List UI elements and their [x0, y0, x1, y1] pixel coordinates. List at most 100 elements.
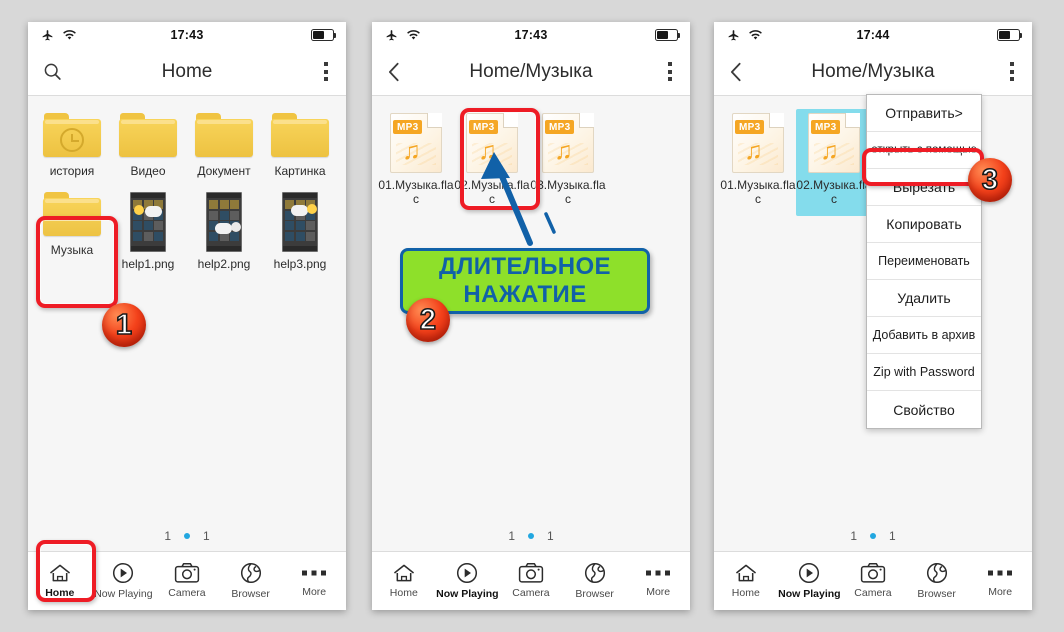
menu-item-add-to-archive[interactable]: Добавить в архив: [867, 317, 981, 354]
status-bar: 17:44: [714, 22, 1032, 48]
status-bar: 17:43: [28, 22, 346, 48]
status-bar: 17:43: [372, 22, 690, 48]
tab-label: Browser: [917, 588, 956, 600]
highlight-open-with-item: [862, 148, 984, 186]
globe-icon: [926, 562, 947, 584]
tab-camera[interactable]: Camera: [499, 562, 563, 599]
menu-item-zip-with-password[interactable]: Zip with Password: [867, 354, 981, 391]
tab-browser[interactable]: Browser: [219, 561, 283, 600]
item-label: Документ: [197, 164, 251, 178]
tab-bar: Home Now Playing Camera Browser More: [372, 551, 690, 609]
grid-item-video[interactable]: Видео: [110, 109, 186, 188]
step-badge-3: 3: [968, 158, 1012, 202]
battery-icon: [311, 29, 337, 41]
overflow-menu-button[interactable]: [308, 58, 332, 84]
globe-icon: [584, 562, 605, 584]
grid-item-kartinka[interactable]: Картинка: [262, 109, 338, 188]
back-chevron-icon: [730, 62, 741, 81]
tab-label: Home: [389, 586, 418, 599]
back-button[interactable]: [728, 61, 762, 83]
page-count-left: 1: [164, 529, 171, 543]
battery-icon: [655, 29, 681, 41]
battery-icon: [997, 29, 1023, 41]
screenshot-stage: 17:43 Home история Видео Документ Картин…: [0, 0, 1064, 632]
page-count-right: 1: [889, 529, 896, 543]
mp3-badge: MP3: [811, 120, 841, 134]
camera-icon: [860, 563, 886, 583]
tab-more[interactable]: More: [626, 563, 690, 598]
grid-item-help2[interactable]: help2.png: [186, 188, 262, 281]
tab-browser[interactable]: Browser: [905, 561, 969, 600]
back-button[interactable]: [386, 61, 420, 83]
menu-item-delete[interactable]: Удалить: [867, 280, 981, 317]
tab-camera[interactable]: Camera: [841, 562, 905, 599]
tab-label: More: [646, 586, 671, 598]
page-dot-icon[interactable]: [870, 533, 876, 539]
menu-item-properties[interactable]: Свойство: [867, 391, 981, 428]
grid-item-track-03[interactable]: MP3 ♫ 03.Музыка.flac: [530, 109, 606, 216]
tab-camera[interactable]: Camera: [155, 562, 219, 599]
highlight-track-02: [460, 108, 540, 210]
overflow-menu-button[interactable]: [652, 58, 676, 84]
mp3-badge: MP3: [545, 120, 575, 134]
tab-home[interactable]: Home: [714, 563, 778, 599]
item-label: 01.Музыка.flac: [720, 178, 796, 206]
tab-label: Browser: [575, 588, 614, 600]
tab-label: Camera: [512, 587, 550, 599]
music-note-icon: ♫: [554, 137, 573, 165]
highlight-home-tab: [36, 540, 96, 602]
status-right-icons: [311, 29, 337, 41]
file-grid-area: история Видео Документ Картинка Музыка h…: [28, 96, 346, 551]
page-count-left: 1: [850, 529, 857, 543]
tab-label: More: [988, 586, 1013, 598]
tab-label: Now Playing: [778, 588, 841, 600]
tab-now-playing[interactable]: Now Playing: [436, 561, 500, 600]
status-right-icons: [997, 29, 1023, 41]
tab-more[interactable]: More: [282, 563, 346, 598]
menu-item-send[interactable]: Отправить>: [867, 95, 981, 132]
grid-item-dokument[interactable]: Документ: [186, 109, 262, 188]
item-label: 01.Музыка.flac: [378, 178, 454, 206]
mp3-file-icon: MP3 ♫: [808, 113, 860, 173]
nav-bar: Home/Музыка: [714, 48, 1032, 96]
page-count-left: 1: [508, 529, 515, 543]
grid-item-track-02-selected[interactable]: MP3 ♫ 02.Музыка.flac: [796, 109, 872, 216]
tab-now-playing[interactable]: Now Playing: [92, 561, 156, 600]
tab-home[interactable]: Home: [372, 563, 436, 599]
overflow-menu-button[interactable]: [994, 58, 1018, 84]
page-dot-icon[interactable]: [184, 533, 190, 539]
step-badge-1: 1: [102, 303, 146, 347]
camera-icon: [174, 563, 200, 583]
item-label: 02.Музыка.flac: [796, 178, 872, 206]
tab-bar: Home Now Playing Camera Browser More: [714, 551, 1032, 609]
tab-label: Camera: [168, 587, 206, 599]
more-dots-icon: [302, 570, 327, 576]
search-button[interactable]: [42, 61, 76, 82]
phone-panel-1: 17:43 Home история Видео Документ Картин…: [28, 22, 346, 610]
music-note-icon: ♫: [820, 137, 839, 165]
item-label: help3.png: [273, 257, 327, 271]
grid-item-track-01[interactable]: MP3 ♫ 01.Музыка.flac: [378, 109, 454, 216]
more-dots-icon: [988, 570, 1013, 576]
callout-line-2: НАЖАТИЕ: [463, 281, 587, 308]
tab-label: Camera: [854, 587, 892, 599]
menu-item-copy[interactable]: Копировать: [867, 206, 981, 243]
tab-now-playing[interactable]: Now Playing: [778, 561, 842, 600]
tab-label: More: [302, 586, 327, 598]
page-dot-icon[interactable]: [528, 533, 534, 539]
grid-item-help1[interactable]: help1.png: [110, 188, 186, 281]
tab-browser[interactable]: Browser: [563, 561, 627, 600]
image-thumbnail-icon: [282, 192, 318, 252]
status-time: 17:44: [856, 28, 890, 42]
tab-more[interactable]: More: [968, 563, 1032, 598]
item-label: Картинка: [274, 164, 326, 178]
grid-item-help3[interactable]: help3.png: [262, 188, 338, 281]
menu-item-rename[interactable]: Переименовать: [867, 243, 981, 280]
highlight-muzyka-folder: [36, 216, 118, 308]
tab-label: Now Playing: [436, 588, 499, 600]
grid-item-track-01[interactable]: MP3 ♫ 01.Музыка.flac: [720, 109, 796, 216]
home-icon: [393, 564, 414, 581]
status-right-icons: [655, 29, 681, 41]
mp3-file-icon: MP3 ♫: [732, 113, 784, 173]
grid-item-istoriya[interactable]: история: [34, 109, 110, 188]
